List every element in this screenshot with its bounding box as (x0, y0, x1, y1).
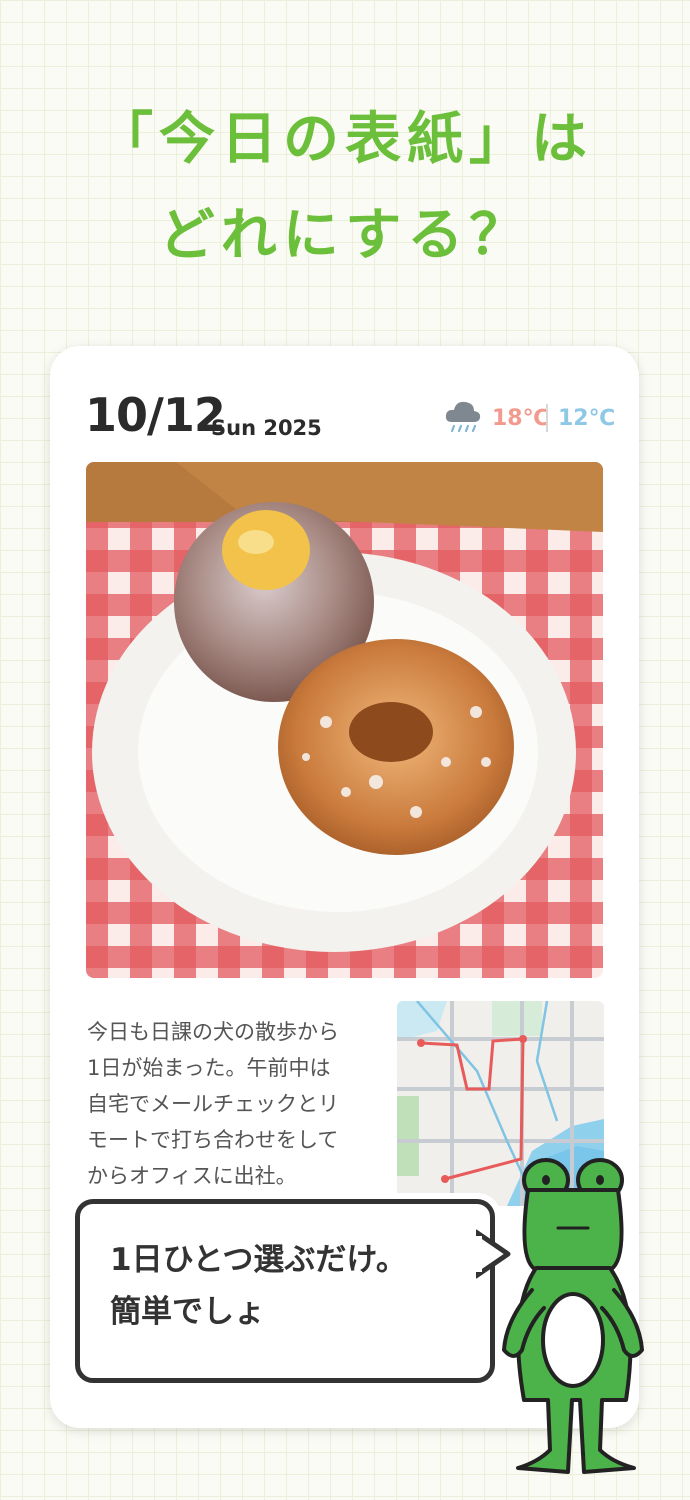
headline-line-1: 「今日の表紙」は (97, 107, 593, 172)
temp-high: 18℃ (492, 406, 550, 431)
diary-text: 今日も日課の犬の散歩から 1日が始まった。午前中は 自宅でメールチェックとリ モ… (87, 1020, 339, 1188)
date: 10/12 (85, 388, 226, 442)
donuts-on-plate-photo (86, 462, 603, 978)
frog-mascot (502, 1158, 644, 1474)
headline-line-2: どれにする？ (158, 203, 532, 268)
weekday-year: Sun 2025 (211, 416, 322, 440)
temp-divider (546, 404, 548, 432)
speech-bubble-text: 1日ひとつ選ぶだけ。 簡単でしょ (110, 1242, 407, 1330)
rain-cloud-icon (445, 401, 481, 433)
temp-low: 12℃ (558, 406, 616, 431)
speech-bubble: 1日ひとつ選ぶだけ。 簡単でしょ (75, 1199, 495, 1383)
headline: 「今日の表紙」は どれにする？ (0, 92, 690, 284)
